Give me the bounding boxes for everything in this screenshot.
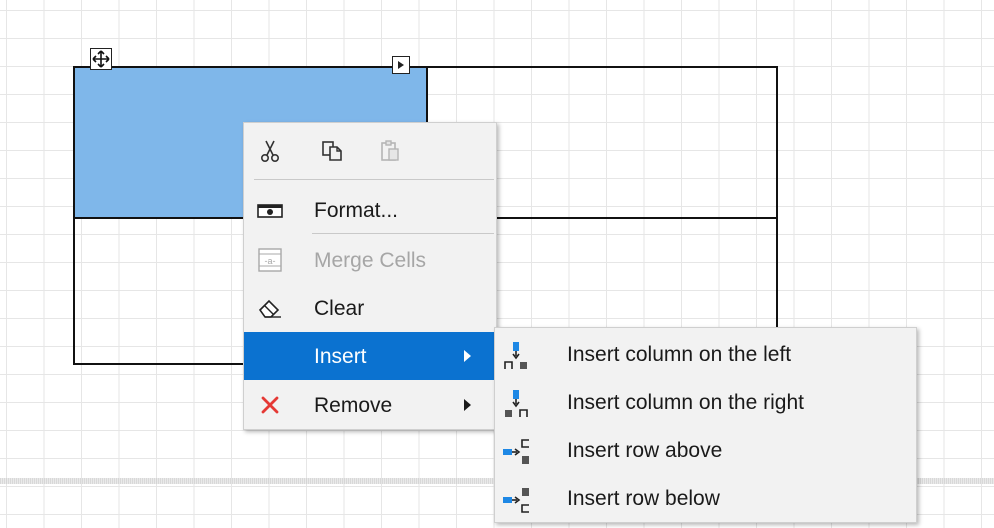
merge-cells-icon: -a-	[256, 246, 284, 274]
cut-icon[interactable]	[256, 137, 284, 165]
insert-submenu: Insert column on the left Insert column …	[494, 327, 917, 523]
svg-text:-a-: -a-	[265, 256, 276, 266]
submenu-item-insert-row-above[interactable]: Insert row above	[495, 427, 914, 475]
submenu-item-insert-row-below[interactable]: Insert row below	[495, 475, 914, 523]
menu-item-label: Insert	[314, 345, 367, 368]
insert-row-below-icon	[501, 485, 531, 515]
menu-item-label: Merge Cells	[314, 249, 427, 272]
menu-item-clear[interactable]: Clear	[244, 284, 494, 332]
eraser-icon	[256, 294, 284, 322]
red-x-icon	[256, 391, 284, 419]
submenu-item-label: Insert row above	[567, 439, 723, 462]
menu-item-label: Clear	[314, 297, 365, 320]
submenu-arrow-icon	[464, 350, 471, 362]
menu-item-label: Remove	[314, 394, 393, 417]
submenu-item-insert-column-right[interactable]: Insert column on the right	[495, 379, 914, 427]
submenu-item-insert-column-left[interactable]: Insert column on the left	[495, 331, 914, 379]
menu-item-remove[interactable]: Remove	[244, 381, 494, 429]
menu-separator	[312, 233, 494, 234]
menu-item-label: Format...	[314, 199, 399, 222]
submenu-item-label: Insert column on the left	[567, 343, 792, 366]
format-icon	[256, 196, 284, 224]
submenu-item-label: Insert row below	[567, 487, 720, 510]
insert-column-right-icon	[501, 389, 531, 419]
context-menu: Format... -a- Merge Cells Clear Insert R…	[243, 122, 497, 430]
menu-item-insert[interactable]: Insert	[244, 332, 494, 380]
submenu-item-label: Insert column on the right	[567, 391, 804, 414]
clipboard-toolbar	[244, 123, 496, 179]
menu-separator	[254, 179, 494, 180]
table-options-icon[interactable]	[392, 56, 410, 74]
copy-icon[interactable]	[318, 137, 346, 165]
insert-column-left-icon	[501, 341, 531, 371]
menu-item-format[interactable]: Format...	[244, 186, 494, 234]
move-handle-icon[interactable]	[90, 48, 112, 70]
insert-row-above-icon	[501, 437, 531, 467]
menu-item-merge-cells: -a- Merge Cells	[244, 236, 494, 284]
paste-icon	[376, 137, 404, 165]
submenu-arrow-icon	[464, 399, 471, 411]
